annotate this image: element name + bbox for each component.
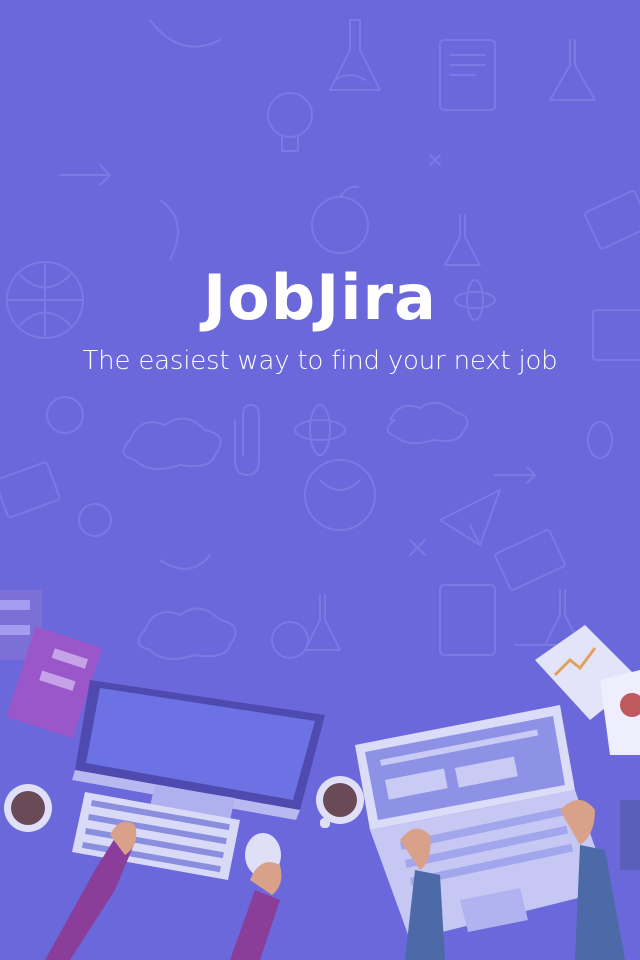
lightbulb-doodle (267, 92, 313, 138)
arrow-doodle (59, 164, 111, 186)
paper-plane-doodle (439, 489, 501, 546)
cloud-doodle (122, 417, 222, 470)
app-logo: JobJira (203, 261, 437, 334)
brand-area: JobJira (0, 262, 640, 334)
atom-doodle (294, 419, 346, 441)
workspace-illustration (0, 590, 640, 960)
calculator-illustration (620, 800, 640, 870)
paperclip-doodle (234, 404, 260, 476)
mouse-doodle (587, 421, 613, 459)
apple-doodle (311, 196, 369, 254)
tagline: The easiest way to find your next job (82, 346, 558, 376)
book-doodle (0, 461, 61, 519)
